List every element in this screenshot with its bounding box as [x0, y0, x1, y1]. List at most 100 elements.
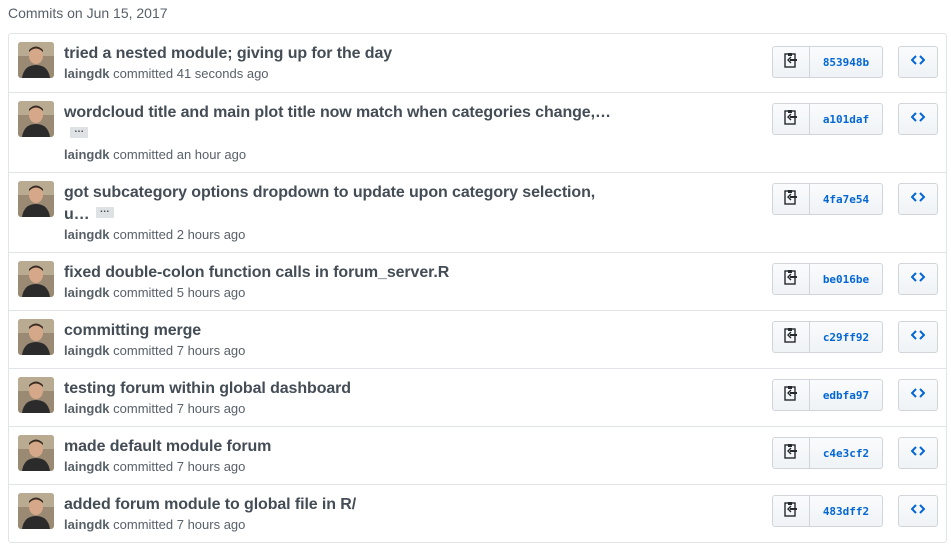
commit-time: 7 hours ago	[176, 517, 246, 532]
code-icon	[910, 444, 926, 462]
commit-title: got subcategory options dropdown to upda…	[64, 182, 595, 226]
clippy-icon	[784, 109, 798, 130]
commit-sha-link[interactable]: a101daf	[810, 103, 883, 135]
clippy-icon	[784, 385, 798, 406]
commit-verb: committed	[113, 343, 174, 358]
commit-sha-link[interactable]: 483dff2	[810, 495, 883, 527]
commit-author-link[interactable]: laingdk	[64, 227, 110, 242]
commit-sha-link[interactable]: c29ff92	[810, 321, 883, 353]
commit-verb: committed	[113, 517, 174, 532]
expand-message-button[interactable]: …	[95, 205, 114, 219]
user-avatar[interactable]	[18, 493, 54, 529]
copy-sha-button[interactable]	[772, 46, 810, 78]
clippy-icon	[784, 327, 798, 348]
commits-group-header: Commits on Jun 15, 2017	[8, 5, 168, 21]
commit-title-link[interactable]: got subcategory options dropdown to upda…	[64, 182, 595, 204]
sha-button-group: 483dff2	[772, 495, 883, 527]
user-avatar[interactable]	[18, 101, 54, 137]
sha-button-group: 4fa7e54	[772, 183, 883, 215]
commit-meta: laingdk committed 5 hours ago	[64, 284, 245, 302]
clippy-icon	[784, 501, 798, 522]
browse-repo-button[interactable]	[898, 263, 938, 295]
commit-time: 5 hours ago	[176, 285, 246, 300]
commit-author-link[interactable]: laingdk	[64, 147, 110, 162]
copy-sha-button[interactable]	[772, 379, 810, 411]
commit-time: 7 hours ago	[176, 343, 246, 358]
commit-title-link[interactable]: fixed double-colon function calls in for…	[64, 262, 449, 284]
commit-time: an hour ago	[176, 147, 247, 162]
commit-row: committing merge laingdk committed 7 hou…	[9, 310, 946, 368]
user-avatar[interactable]	[18, 261, 54, 297]
copy-sha-button[interactable]	[772, 495, 810, 527]
commit-title-link[interactable]: tried a nested module; giving up for the…	[64, 43, 392, 65]
code-icon	[910, 53, 926, 71]
user-avatar[interactable]	[18, 435, 54, 471]
commit-sha-link[interactable]: 853948b	[810, 46, 883, 78]
commit-title-link[interactable]: testing forum within global dashboard	[64, 378, 351, 400]
commit-meta: laingdk committed 7 hours ago	[64, 516, 245, 534]
commit-list: tried a nested module; giving up for the…	[8, 33, 947, 543]
browse-repo-button[interactable]	[898, 379, 938, 411]
browse-repo-button[interactable]	[898, 103, 938, 135]
commit-title-link[interactable]: wordcloud title and main plot title now …	[64, 104, 611, 121]
commit-row: wordcloud title and main plot title now …	[9, 92, 946, 172]
browse-repo-button[interactable]	[898, 437, 938, 469]
copy-sha-button[interactable]	[772, 103, 810, 135]
commit-author-link[interactable]: laingdk	[64, 285, 110, 300]
commit-author-link[interactable]: laingdk	[64, 517, 110, 532]
commit-title-link[interactable]: committing merge	[64, 320, 201, 342]
commit-verb: committed	[113, 285, 174, 300]
commit-meta: laingdk committed 41 seconds ago	[64, 65, 269, 83]
commit-row: testing forum within global dashboard la…	[9, 368, 946, 426]
commit-sha-link[interactable]: be016be	[810, 263, 883, 295]
commit-meta: laingdk committed 7 hours ago	[64, 458, 245, 476]
user-avatar[interactable]	[18, 42, 54, 78]
commit-verb: committed	[113, 227, 174, 242]
browse-repo-button[interactable]	[898, 183, 938, 215]
code-icon	[910, 110, 926, 128]
commit-time: 7 hours ago	[176, 401, 246, 416]
browse-repo-button[interactable]	[898, 321, 938, 353]
sha-button-group: edbfa97	[772, 379, 883, 411]
commit-sha-link[interactable]: c4e3cf2	[810, 437, 883, 469]
commit-author-link[interactable]: laingdk	[64, 401, 110, 416]
commit-sha-link[interactable]: 4fa7e54	[810, 183, 883, 215]
commit-meta: laingdk committed 7 hours ago	[64, 400, 245, 418]
commit-title-link-cont[interactable]: u…	[64, 206, 90, 223]
code-icon	[910, 190, 926, 208]
commit-title-link[interactable]: added forum module to global file in R/	[64, 494, 356, 516]
commit-row: got subcategory options dropdown to upda…	[9, 172, 946, 252]
commit-author-link[interactable]: laingdk	[64, 66, 110, 81]
commit-meta: laingdk committed 7 hours ago	[64, 342, 245, 360]
copy-sha-button[interactable]	[772, 321, 810, 353]
commit-meta: laingdk committed 2 hours ago	[64, 226, 245, 244]
user-avatar[interactable]	[18, 181, 54, 217]
sha-button-group: c4e3cf2	[772, 437, 883, 469]
code-icon	[910, 502, 926, 520]
user-avatar[interactable]	[18, 377, 54, 413]
sha-button-group: be016be	[772, 263, 883, 295]
clippy-icon	[784, 52, 798, 73]
commit-row: made default module forum laingdk commit…	[9, 426, 946, 484]
commit-author-link[interactable]: laingdk	[64, 459, 110, 474]
expand-message-button[interactable]: …	[70, 125, 88, 139]
commit-title-link[interactable]: made default module forum	[64, 436, 271, 458]
clippy-icon	[784, 269, 798, 290]
commit-title: wordcloud title and main plot title now …	[64, 102, 611, 146]
browse-repo-button[interactable]	[898, 46, 938, 78]
user-avatar[interactable]	[18, 319, 54, 355]
browse-repo-button[interactable]	[898, 495, 938, 527]
sha-button-group: c29ff92	[772, 321, 883, 353]
commit-sha-link[interactable]: edbfa97	[810, 379, 883, 411]
commit-verb: committed	[113, 147, 174, 162]
commit-time: 7 hours ago	[176, 459, 246, 474]
copy-sha-button[interactable]	[772, 437, 810, 469]
commit-row: added forum module to global file in R/ …	[9, 484, 946, 542]
clippy-icon	[784, 443, 798, 464]
clippy-icon	[784, 189, 798, 210]
commit-author-link[interactable]: laingdk	[64, 343, 110, 358]
copy-sha-button[interactable]	[772, 263, 810, 295]
copy-sha-button[interactable]	[772, 183, 810, 215]
commit-time: 2 hours ago	[176, 227, 246, 242]
sha-button-group: 853948b	[772, 46, 883, 78]
